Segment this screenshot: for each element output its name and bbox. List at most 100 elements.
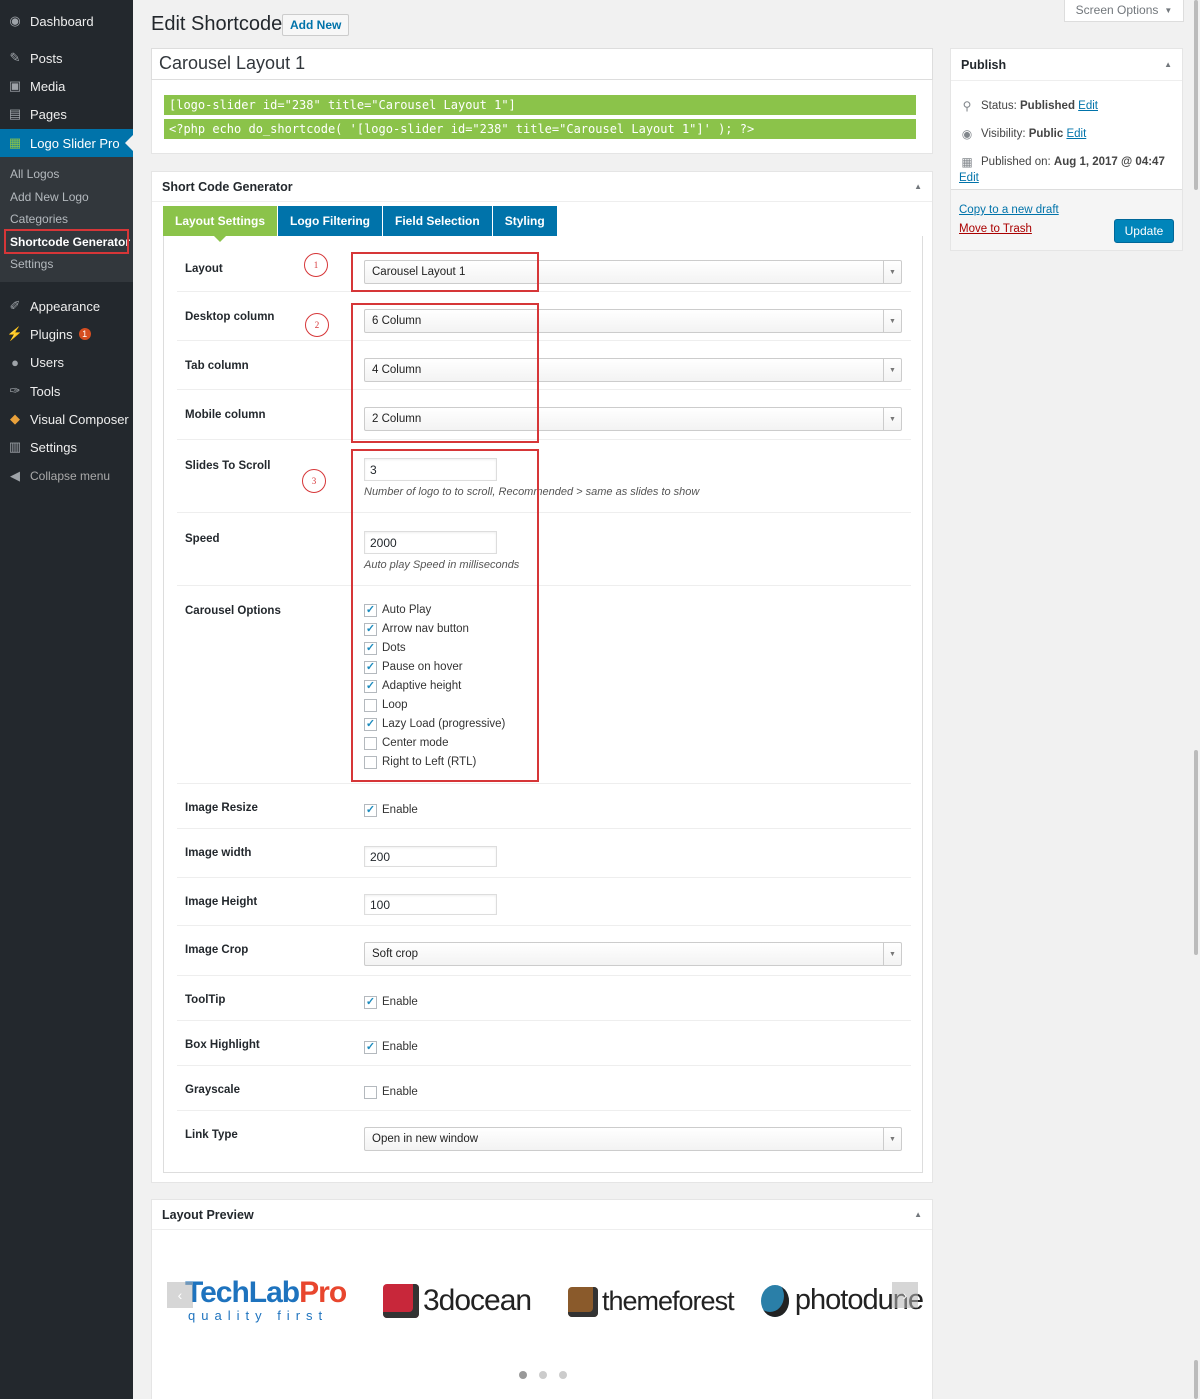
screen-options-button[interactable]: Screen Options ▼	[1064, 0, 1184, 22]
grayscale-option[interactable]: Enable	[364, 1084, 418, 1100]
option-arrow-nav[interactable]: ✓ Arrow nav button	[364, 621, 469, 637]
label-image-width: Image width	[185, 847, 252, 859]
tab-layout-settings[interactable]: Layout Settings	[163, 206, 278, 242]
menu-pages[interactable]: ▤ Pages	[0, 100, 133, 128]
collapse-menu[interactable]: ◀ Collapse menu	[0, 462, 133, 490]
option-adaptive-height[interactable]: ✓ Adaptive height	[364, 678, 461, 694]
collapse-toggle-icon[interactable]: ▲	[1164, 60, 1172, 69]
menu-appearance[interactable]: ✐ Appearance	[0, 292, 133, 320]
menu-tools[interactable]: ✑ Tools	[0, 377, 133, 405]
carousel-prev-arrow[interactable]: ‹	[167, 1282, 193, 1308]
menu-dashboard[interactable]: ◉ Dashboard	[0, 7, 133, 35]
checkbox-empty[interactable]	[364, 698, 377, 712]
post-title-input[interactable]: Carousel Layout 1	[151, 48, 933, 80]
checkbox-checked-icon[interactable]: ✓	[364, 622, 377, 636]
menu-plugins[interactable]: ⚡ Plugins 1	[0, 320, 133, 348]
pin-icon: ✎	[9, 50, 21, 65]
tab-styling[interactable]: Styling	[492, 206, 557, 236]
scrollbar-thumb[interactable]	[1194, 750, 1198, 955]
tab-column-select[interactable]: 4 Column ▼	[364, 358, 902, 382]
submenu-settings[interactable]: Settings	[0, 253, 133, 275]
shortcode-line[interactable]: [logo-slider id="238" title="Carousel La…	[164, 95, 916, 115]
menu-users[interactable]: ● Users	[0, 348, 133, 376]
dashboard-icon: ◉	[9, 13, 21, 28]
update-button[interactable]: Update	[1114, 219, 1174, 243]
option-rtl[interactable]: Right to Left (RTL)	[364, 754, 476, 770]
menu-settings[interactable]: ▥ Settings	[0, 433, 133, 461]
preview-header[interactable]: Layout Preview ▲	[152, 1200, 932, 1230]
submenu-categories[interactable]: Categories	[0, 208, 133, 230]
carousel-next-arrow[interactable]: ›	[892, 1282, 918, 1308]
tooltip-option[interactable]: ✓ Enable	[364, 994, 418, 1010]
collapse-toggle-icon[interactable]: ▲	[914, 182, 922, 191]
menu-posts[interactable]: ✎ Posts	[0, 44, 133, 72]
row-image-crop: Image Crop Soft crop ▼	[177, 926, 911, 976]
label-carousel-options: Carousel Options	[185, 605, 281, 617]
checkbox-empty[interactable]	[364, 1085, 377, 1099]
option-pause-on-hover[interactable]: ✓ Pause on hover	[364, 659, 463, 675]
carousel-dot[interactable]	[539, 1371, 547, 1379]
link-type-select[interactable]: Open in new window ▼	[364, 1127, 902, 1151]
option-dots[interactable]: ✓ Dots	[364, 640, 406, 656]
edit-status-link[interactable]: Edit	[1078, 100, 1098, 112]
slides-to-scroll-input[interactable]: 3	[364, 458, 497, 481]
edit-date-link[interactable]: Edit	[959, 172, 979, 184]
checkbox-checked-icon[interactable]: ✓	[364, 641, 377, 655]
add-new-button[interactable]: Add New	[282, 14, 350, 36]
chevron-down-icon: ▼	[883, 359, 901, 381]
option-lazy-load[interactable]: ✓ Lazy Load (progressive)	[364, 716, 505, 732]
grid-icon: ▦	[8, 135, 22, 150]
submenu-all-logos[interactable]: All Logos	[0, 163, 133, 185]
image-crop-select[interactable]: Soft crop ▼	[364, 942, 902, 966]
menu-media[interactable]: ▣ Media	[0, 72, 133, 100]
image-height-input[interactable]: 100	[364, 894, 497, 915]
checkbox-empty[interactable]	[364, 755, 377, 769]
publish-header[interactable]: Publish ▲	[951, 49, 1182, 81]
page-scrollbar[interactable]	[1192, 0, 1200, 1399]
checkbox-checked-icon[interactable]: ✓	[364, 717, 377, 731]
carousel-dot[interactable]	[519, 1371, 527, 1379]
label-tooltip: ToolTip	[185, 994, 226, 1006]
option-auto-play[interactable]: ✓ Auto Play	[364, 602, 431, 618]
layout-select[interactable]: Carousel Layout 1 ▼	[364, 260, 902, 284]
edit-visibility-link[interactable]: Edit	[1066, 128, 1086, 140]
checkbox-checked-icon[interactable]: ✓	[364, 660, 377, 674]
checkbox-checked-icon[interactable]: ✓	[364, 995, 377, 1009]
checkbox-empty[interactable]	[364, 736, 377, 750]
tab-field-selection[interactable]: Field Selection	[383, 206, 492, 236]
php-shortcode-line[interactable]: <?php echo do_shortcode( '[logo-slider i…	[164, 119, 916, 139]
scrollbar-thumb[interactable]	[1194, 0, 1198, 190]
mobile-column-select[interactable]: 2 Column ▼	[364, 407, 902, 431]
speed-input[interactable]: 2000	[364, 531, 497, 554]
media-icon: ▣	[8, 78, 22, 93]
desktop-column-select[interactable]: 6 Column ▼	[364, 309, 902, 333]
checkbox-checked-icon[interactable]: ✓	[364, 603, 377, 617]
image-width-input[interactable]: 200	[364, 846, 497, 867]
logo-3docean[interactable]: 3docean	[383, 1284, 532, 1318]
logo-techlabpro[interactable]: TechLabPro quality first	[185, 1278, 347, 1324]
menu-logo-slider-pro[interactable]: ▦ Logo Slider Pro	[0, 129, 133, 157]
generator-header[interactable]: Short Code Generator ▲	[152, 172, 932, 202]
carousel-dot[interactable]	[559, 1371, 567, 1379]
collapse-toggle-icon[interactable]: ▲	[914, 1210, 922, 1219]
scrollbar-thumb[interactable]	[1194, 1360, 1198, 1399]
logo-themeforest[interactable]: themeforest	[568, 1286, 735, 1317]
tab-logo-filtering[interactable]: Logo Filtering	[278, 206, 383, 236]
option-loop[interactable]: Loop	[364, 697, 408, 713]
speed-help: Auto play Speed in milliseconds	[364, 559, 520, 571]
checkbox-checked-icon[interactable]: ✓	[364, 679, 377, 693]
copy-draft-link[interactable]: Copy to a new draft	[959, 204, 1059, 216]
row-grayscale: Grayscale Enable	[177, 1066, 911, 1111]
option-center-mode[interactable]: Center mode	[364, 735, 448, 751]
checkbox-checked-icon[interactable]: ✓	[364, 803, 377, 817]
submenu-add-new-logo[interactable]: Add New Logo	[0, 186, 133, 208]
row-carousel-options: Carousel Options ✓ Auto Play ✓ Arrow nav b…	[177, 586, 911, 784]
image-resize-option[interactable]: ✓ Enable	[364, 802, 418, 818]
submenu-shortcode-generator[interactable]: Shortcode Generator	[0, 231, 133, 253]
box-highlight-option[interactable]: ✓ Enable	[364, 1039, 418, 1055]
checkbox-checked-icon[interactable]: ✓	[364, 1040, 377, 1054]
move-to-trash-link[interactable]: Move to Trash	[959, 223, 1032, 235]
menu-visual-composer[interactable]: ◆ Visual Composer	[0, 405, 133, 433]
publish-status: ⚲ Status: Published Edit	[959, 99, 1098, 113]
annotation-number: 3	[302, 469, 326, 493]
